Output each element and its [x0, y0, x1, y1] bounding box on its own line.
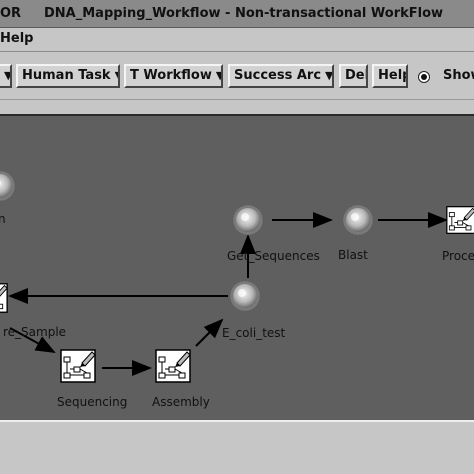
gear-icon-e-coli-test: [229, 280, 261, 312]
prepare-sample-label: re_Sample: [3, 325, 67, 339]
flowchart-icon-process: [446, 206, 474, 234]
t-workflow-label: T Workflow: [130, 68, 212, 83]
human-task-dropdown[interactable]: Human Task ▼: [16, 64, 120, 88]
get-sequences-label: Get_Sequences: [227, 249, 320, 263]
left-top-node-label: n: [0, 212, 6, 226]
toolbar: ▼ Human Task▼ T Workflow▼ Success Arc▼ D…: [0, 52, 474, 100]
show-label: Show: [443, 68, 474, 83]
chevron-down-icon: ▼: [216, 69, 221, 82]
gear-icon-left-top: [0, 170, 16, 202]
flowchart-icon-prepare-sample: [0, 283, 8, 313]
chevron-down-icon: ▼: [115, 69, 118, 82]
sequencing-label: Sequencing: [57, 395, 128, 409]
chevron-down-icon: ▼: [4, 69, 12, 82]
gear-icon-blast: [342, 204, 374, 236]
title-prefix: OR: [0, 6, 22, 21]
success-arc-label: Success Arc: [234, 68, 322, 83]
menu-bar: Help: [0, 28, 474, 52]
flowchart-icon-assembly: [155, 349, 191, 383]
partial-dropdown-button[interactable]: ▼: [0, 64, 12, 88]
workflow-editor-window: OR DNA_Mapping_Workflow - Non-transactio…: [0, 0, 474, 474]
gear-icon-get-sequences: [232, 204, 264, 236]
chevron-down-icon: ▼: [325, 69, 334, 82]
blast-label: Blast: [338, 248, 368, 262]
t-workflow-dropdown[interactable]: T Workflow ▼: [124, 64, 223, 88]
workflow-canvas[interactable]: n Get_Sequences Blast Proce re_Sample E_…: [0, 114, 474, 422]
window-title: DNA_Mapping_Workflow - Non-transactional…: [44, 6, 444, 21]
workflow-graph: [0, 170, 474, 383]
delete-button[interactable]: Del: [339, 64, 368, 88]
success-arc-dropdown[interactable]: Success Arc ▼: [228, 64, 334, 88]
show-radio-button[interactable]: [418, 71, 430, 83]
e-coli-test-label: E_coli_test: [222, 326, 286, 340]
process-label: Proce: [442, 249, 474, 263]
edge-assembly-e-coli: [195, 318, 224, 347]
bottom-panel: [0, 422, 474, 474]
help-button[interactable]: Help: [372, 64, 408, 88]
flowchart-icon-sequencing: [60, 349, 96, 383]
menu-help[interactable]: Help: [0, 31, 33, 46]
assembly-label: Assembly: [152, 395, 210, 409]
human-task-label: Human Task: [22, 68, 111, 83]
title-bar: OR DNA_Mapping_Workflow - Non-transactio…: [0, 0, 474, 28]
